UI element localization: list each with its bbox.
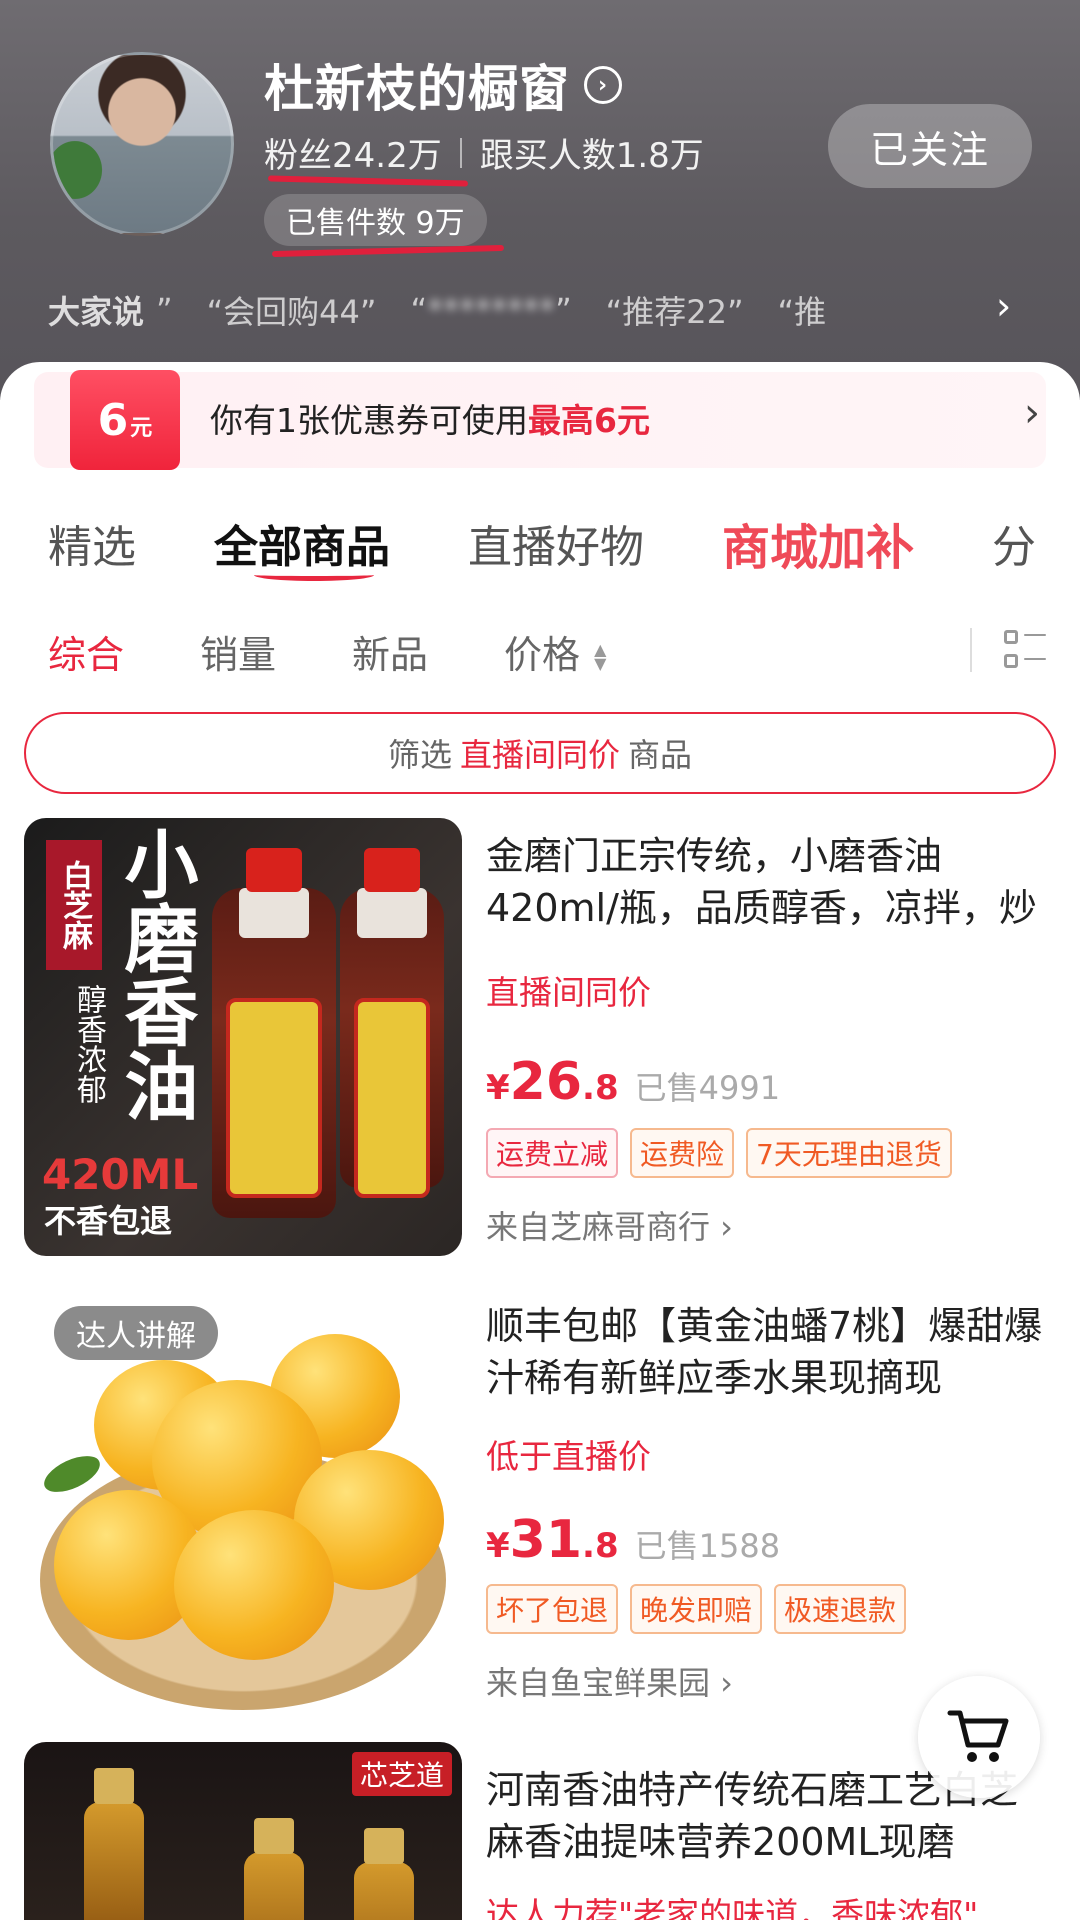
sold-count-pill: 已售件数 9万 — [264, 194, 487, 246]
product-title[interactable]: 金磨门正宗传统，小磨香油420ml/瓶，品质醇香，凉拌，炒 — [486, 830, 1046, 934]
sort-sales[interactable]: 销量 — [200, 624, 276, 679]
service-tag: 坏了包退 — [486, 1584, 619, 1634]
tab-all-products-label: 全部商品 — [214, 522, 390, 573]
shop-name: 杜新枝的橱窗 — [264, 60, 570, 118]
service-tag: 运费险 — [630, 1128, 735, 1178]
image-volume: 420ML — [42, 1150, 199, 1199]
filter-live-same-price[interactable]: 筛选 直播间同价 商品 — [24, 712, 1056, 794]
stats-divider — [459, 137, 462, 168]
sort-comprehensive[interactable]: 综合 — [48, 624, 124, 679]
product-subtitle: 直播间同价 — [486, 973, 651, 1012]
product-image[interactable]: 芯芝道 — [24, 1742, 462, 1920]
image-side-text: 醇香浓郁 — [71, 984, 106, 1104]
tab-live-goods[interactable]: 直播好物 — [468, 511, 644, 575]
product-subtitle: 低于直播价 — [486, 1437, 651, 1476]
reviews-lead: 大家说 — [48, 293, 145, 331]
shop-stats: 粉丝24.2万 跟买人数1.8万 — [264, 128, 704, 177]
coupon-unit: 元 — [130, 416, 153, 441]
store-link[interactable]: 来自芝麻哥商行 › — [486, 1202, 733, 1248]
filter-highlight: 直播间同价 — [459, 736, 620, 774]
grid-list-icon[interactable] — [1004, 630, 1046, 670]
product-title[interactable]: 顺丰包邮【黄金油蟠7桃】爆甜爆汁稀有新鲜应季水果现摘现 — [486, 1300, 1046, 1404]
tab-all-products[interactable]: 全部商品 — [214, 511, 390, 581]
category-tabs: 精选 全部商品 直播好物 商城加补 分 — [48, 508, 1080, 581]
coupon-text-highlight: 最高6元 — [528, 401, 650, 440]
chevron-right-icon[interactable]: › — [996, 284, 1011, 328]
review-keyword[interactable]: “ — [410, 291, 427, 329]
coupon-text-prefix: 你有1张优惠券可使用 — [210, 401, 528, 440]
shop-header: 杜新枝的橱窗 › 粉丝24.2万 跟买人数1.8万 已售件数 9万 已关注 大家… — [0, 0, 1080, 400]
bottle-graphic — [84, 1768, 144, 1920]
shop-page: 杜新枝的橱窗 › 粉丝24.2万 跟买人数1.8万 已售件数 9万 已关注 大家… — [0, 0, 1080, 1920]
shop-title[interactable]: 杜新枝的橱窗 › — [264, 52, 622, 118]
image-bottom-text: 不香包退 — [44, 1202, 173, 1240]
price-decimal: .8 — [582, 1526, 619, 1566]
bottle-graphic — [212, 848, 336, 1218]
chevron-right-icon: › — [1024, 390, 1040, 436]
filter-prefix: 筛选 — [387, 736, 452, 774]
peach-graphic — [174, 1510, 334, 1660]
price-currency: ¥ — [486, 1526, 510, 1566]
circle-chevron-icon: › — [584, 66, 622, 104]
product-price: ¥ 26 .8 已售4991 — [486, 1052, 780, 1112]
coupon-amount: 6 — [97, 394, 129, 446]
service-tag: 晚发即赔 — [630, 1584, 763, 1634]
tab-mall-subsidy[interactable]: 商城加补 — [722, 508, 914, 578]
follow-button[interactable]: 已关注 — [828, 104, 1032, 188]
sold-count: 已售1588 — [634, 1527, 781, 1565]
expert-badge: 达人讲解 — [54, 1306, 218, 1360]
sort-new[interactable]: 新品 — [352, 624, 428, 679]
bottle-graphic — [244, 1818, 304, 1920]
divider — [970, 628, 972, 672]
sort-caret-icon: ▲ ▼ — [594, 640, 607, 673]
bottle-graphic — [354, 1828, 414, 1920]
review-keyword[interactable]: “推 — [778, 287, 827, 333]
review-keyword-blurred[interactable]: ******** — [427, 291, 555, 329]
bottle-graphic — [340, 848, 444, 1198]
price-integer: 31 — [509, 1510, 583, 1570]
brand-tag: 芯芝道 — [351, 1752, 452, 1796]
product-tags: 坏了包退 晚发即赔 极速退款 — [486, 1584, 918, 1634]
image-side-label: 白芝麻 — [46, 840, 102, 970]
product-subtitle: 达人力荐"老家的味道，香味浓郁" — [486, 1895, 979, 1920]
coupon-badge: 6 元 — [70, 370, 180, 470]
avatar[interactable] — [50, 52, 234, 236]
coupon-text: 你有1张优惠券可使用最高6元 — [210, 394, 650, 442]
review-keyword[interactable]: “推荐22” — [606, 287, 744, 333]
coupon-banner[interactable]: 6 元 你有1张优惠券可使用最高6元 › — [34, 370, 1046, 470]
review-keyword[interactable]: ” — [555, 291, 572, 329]
review-keyword[interactable]: ” — [156, 291, 173, 329]
sort-price-label: 价格 — [504, 632, 581, 677]
product-price: ¥ 31 .8 已售1588 — [486, 1510, 780, 1570]
price-decimal: .8 — [582, 1068, 619, 1108]
store-link[interactable]: 来自鱼宝鲜果园 › — [486, 1658, 733, 1704]
service-tag: 7天无理由退货 — [746, 1128, 952, 1178]
cart-button[interactable] — [918, 1676, 1040, 1798]
followers-buy-count: 跟买人数1.8万 — [479, 136, 704, 176]
tab-more[interactable]: 分 — [992, 511, 1036, 575]
image-big-text: 小磨香油 — [112, 826, 198, 1122]
annotation-underline — [271, 244, 505, 258]
service-tag: 运费立减 — [486, 1128, 619, 1178]
filter-suffix: 商品 — [628, 736, 693, 774]
active-tab-indicator — [254, 569, 374, 581]
product-tags: 运费立减 运费险 7天无理由退货 — [486, 1128, 964, 1178]
price-integer: 26 — [509, 1052, 583, 1112]
price-currency: ¥ — [486, 1068, 510, 1108]
annotation-underline — [267, 175, 469, 187]
sort-price[interactable]: 价格 ▲ ▼ — [504, 624, 606, 679]
review-keyword[interactable]: “会回购44” — [207, 287, 377, 333]
review-keywords-bar[interactable]: 大家说 ” “会回购44” “ ******** ” “推荐22” “推 — [48, 282, 1038, 338]
service-tag: 极速退款 — [774, 1584, 907, 1634]
tab-featured[interactable]: 精选 — [48, 511, 136, 575]
product-image[interactable]: 白芝麻 小磨香油 醇香浓郁 420ML 不香包退 — [24, 818, 462, 1256]
product-image[interactable]: 达人讲解 — [24, 1300, 462, 1738]
fans-count: 粉丝24.2万 — [264, 136, 442, 176]
sort-bar: 综合 销量 新品 价格 ▲ ▼ — [48, 624, 1048, 679]
sold-count: 已售4991 — [634, 1069, 781, 1107]
shopping-cart-icon — [947, 1710, 1009, 1762]
